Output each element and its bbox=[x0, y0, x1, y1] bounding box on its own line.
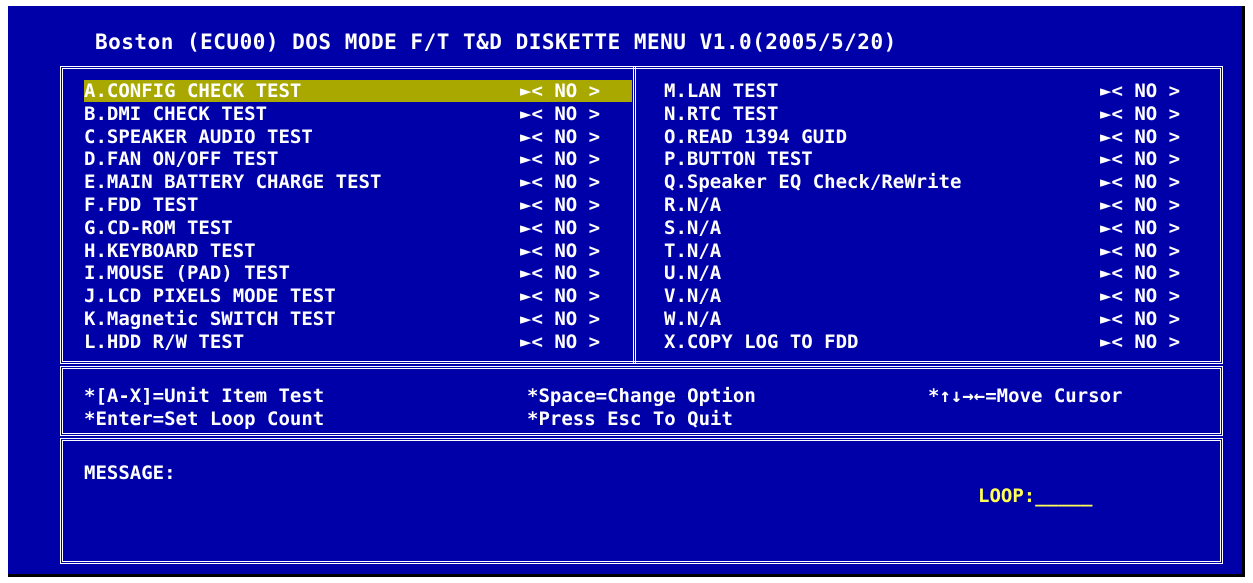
menu-item-label: P.BUTTON TEST bbox=[664, 148, 813, 171]
menu-item-label: D.FAN ON/OFF TEST bbox=[84, 148, 279, 171]
menu-item-label: O.READ 1394 GUID bbox=[664, 125, 848, 148]
menu-item-option[interactable]: ►< NO > bbox=[520, 217, 600, 239]
menu-item-option[interactable]: ►< NO > bbox=[520, 80, 600, 102]
menu-item-option[interactable]: ►< NO > bbox=[1100, 217, 1180, 239]
menu-item-label: U.N/A bbox=[664, 262, 722, 285]
loop-count-field[interactable]: LOOP:_____ bbox=[978, 485, 1092, 507]
menu-item-label: F.FDD TEST bbox=[84, 194, 199, 216]
message-label: MESSAGE: bbox=[84, 462, 176, 484]
menu-item-option[interactable]: ►< NO > bbox=[1100, 262, 1180, 284]
menu-item-label: C.SPEAKER AUDIO TEST bbox=[84, 125, 313, 148]
menu-item-option[interactable]: ►< NO > bbox=[520, 240, 600, 262]
menu-item-option[interactable]: ►< NO > bbox=[520, 103, 600, 125]
menu-item-label: M.LAN TEST bbox=[664, 80, 779, 102]
menu-item-option[interactable]: ►< NO > bbox=[520, 285, 600, 307]
menu-title: Boston (ECU00) DOS MODE F/T T&D DISKETTE… bbox=[95, 30, 897, 54]
menu-item-option[interactable]: ►< NO > bbox=[520, 126, 600, 148]
menu-item-option[interactable]: ►< NO > bbox=[1100, 171, 1180, 193]
menu-item-label: Q.Speaker EQ Check/ReWrite bbox=[664, 171, 962, 194]
menu-item-label: N.RTC TEST bbox=[664, 102, 779, 125]
menu-item-label: R.N/A bbox=[664, 194, 722, 216]
menu-item-option[interactable]: ►< NO > bbox=[520, 194, 600, 216]
menu-item-label: T.N/A bbox=[664, 239, 722, 262]
menu-item-label: X.COPY LOG TO FDD bbox=[664, 330, 859, 353]
menu-item-option[interactable]: ►< NO > bbox=[520, 148, 600, 170]
menu-item-label: L.HDD R/W TEST bbox=[84, 330, 245, 353]
menu-item-option[interactable]: ►< NO > bbox=[1100, 308, 1180, 330]
menu-item-label: S.N/A bbox=[664, 216, 722, 239]
menu-item-label: W.N/A bbox=[664, 308, 722, 330]
help-unit-item: *[A-X]=Unit Item Test bbox=[84, 385, 325, 407]
menu-item-label: I.MOUSE (PAD) TEST bbox=[84, 262, 290, 285]
menu-item-label: V.N/A bbox=[664, 285, 722, 308]
menu-item[interactable]: A.CONFIG CHECK TEST ►< NO > bbox=[84, 80, 632, 102]
menu-item-option[interactable]: ►< NO > bbox=[520, 171, 600, 193]
help-move-cursor: *↑↓→←=Move Cursor bbox=[928, 385, 1123, 407]
menu-item-option[interactable]: ►< NO > bbox=[520, 262, 600, 284]
menu-item-option[interactable]: ►< NO > bbox=[1100, 126, 1180, 148]
menu-item-option[interactable]: ►< NO > bbox=[1100, 331, 1180, 353]
menu-item-option[interactable]: ►< NO > bbox=[520, 331, 600, 353]
help-esc-quit: *Press Esc To Quit bbox=[527, 408, 733, 430]
menu-item-label: J.LCD PIXELS MODE TEST bbox=[84, 285, 336, 308]
menu-item-option[interactable]: ►< NO > bbox=[1100, 103, 1180, 125]
menu-item-option[interactable]: ►< NO > bbox=[1100, 148, 1180, 170]
menu-item-option[interactable]: ►< NO > bbox=[1100, 240, 1180, 262]
menu-item-option[interactable]: ►< NO > bbox=[1100, 285, 1180, 307]
menu-item-label: B.DMI CHECK TEST bbox=[84, 102, 268, 125]
menu-item-label: H.KEYBOARD TEST bbox=[84, 239, 256, 262]
help-enter-loop: *Enter=Set Loop Count bbox=[84, 408, 325, 430]
menu-item-label: K.Magnetic SWITCH TEST bbox=[84, 308, 336, 330]
menu-item-option[interactable]: ►< NO > bbox=[1100, 80, 1180, 102]
menu-item-label: G.CD-ROM TEST bbox=[84, 216, 233, 239]
help-space-change: *Space=Change Option bbox=[527, 385, 756, 407]
menu-item-label: E.MAIN BATTERY CHARGE TEST bbox=[84, 171, 382, 194]
column-divider bbox=[633, 66, 639, 364]
menu-item-label: A.CONFIG CHECK TEST bbox=[84, 80, 302, 102]
menu-item-option[interactable]: ►< NO > bbox=[520, 308, 600, 330]
menu-item-option[interactable]: ►< NO > bbox=[1100, 194, 1180, 216]
